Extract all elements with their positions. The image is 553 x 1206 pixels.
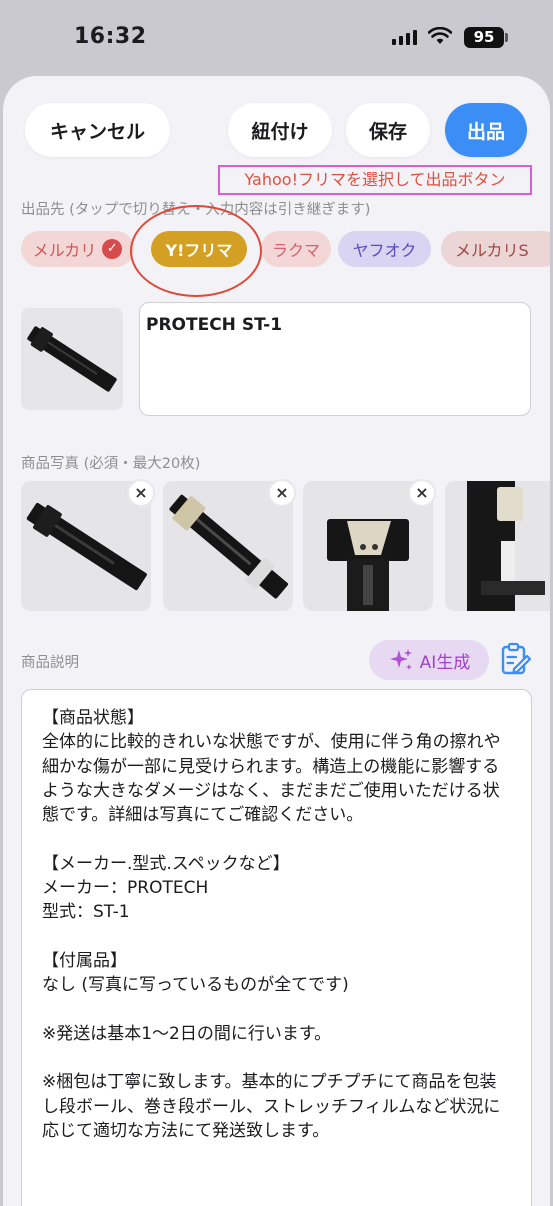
link-button[interactable]: 紐付け xyxy=(228,103,332,157)
battery-icon: 95 xyxy=(464,27,504,48)
checkmark-icon: ✓ xyxy=(102,239,123,259)
highlight-circle xyxy=(130,205,262,297)
chip-mercari-shops[interactable]: メルカリS xyxy=(441,231,550,267)
description-label: 商品説明 xyxy=(21,655,79,671)
description-textarea[interactable]: 【商品状態】 全体的に比較的きれいな状態ですが、使用に伴う角の擦れや細かな傷が一… xyxy=(21,689,532,1206)
photos-label: 商品写真 (必須・最大20枚) xyxy=(21,456,201,472)
remove-photo-3-icon[interactable]: × xyxy=(408,479,436,507)
ai-generate-label: AI生成 xyxy=(419,652,471,673)
remove-photo-1-icon[interactable]: × xyxy=(127,479,155,507)
wifi-icon xyxy=(428,27,452,44)
save-button[interactable]: 保存 xyxy=(346,103,430,157)
product-photo-4[interactable] xyxy=(445,481,550,611)
annotation-label: Yahoo!フリマを選択して出品ボタン xyxy=(218,165,532,195)
chip-mercari[interactable]: メルカリ ✓ xyxy=(21,231,134,267)
chip-label: メルカリS xyxy=(455,241,529,260)
battery-tip xyxy=(505,33,508,42)
sparkles-icon xyxy=(389,649,412,670)
listing-sheet: キャンセル 紐付け 保存 出品 Yahoo!フリマを選択して出品ボタン 出品先 … xyxy=(3,76,550,1206)
cancel-button[interactable]: キャンセル xyxy=(25,103,170,157)
product-title-value: PROTECH ST-1 xyxy=(146,315,283,335)
description-text: 【商品状態】 全体的に比較的きれいな状態ですが、使用に伴う角の擦れや細かな傷が一… xyxy=(42,708,501,1142)
main-product-thumbnail[interactable] xyxy=(21,308,123,410)
submit-listing-button[interactable]: 出品 xyxy=(445,103,527,157)
ai-generate-button[interactable]: AI生成 xyxy=(369,640,489,680)
product-title-input[interactable]: PROTECH ST-1 xyxy=(139,302,531,416)
remove-photo-2-icon[interactable]: × xyxy=(268,479,296,507)
status-bar: 16:32 95 xyxy=(0,0,553,76)
chip-label: ラクマ xyxy=(271,241,320,260)
product-image xyxy=(445,481,550,611)
chip-rakuma[interactable]: ラクマ xyxy=(261,231,331,267)
chip-label: ヤフオク xyxy=(352,241,417,260)
cellular-signal-icon xyxy=(392,30,417,45)
product-image xyxy=(21,308,123,410)
status-time: 16:32 xyxy=(74,24,147,49)
edit-template-icon[interactable] xyxy=(500,642,532,676)
chip-yahuoku[interactable]: ヤフオク xyxy=(338,231,431,267)
chip-label: メルカリ xyxy=(32,241,97,260)
